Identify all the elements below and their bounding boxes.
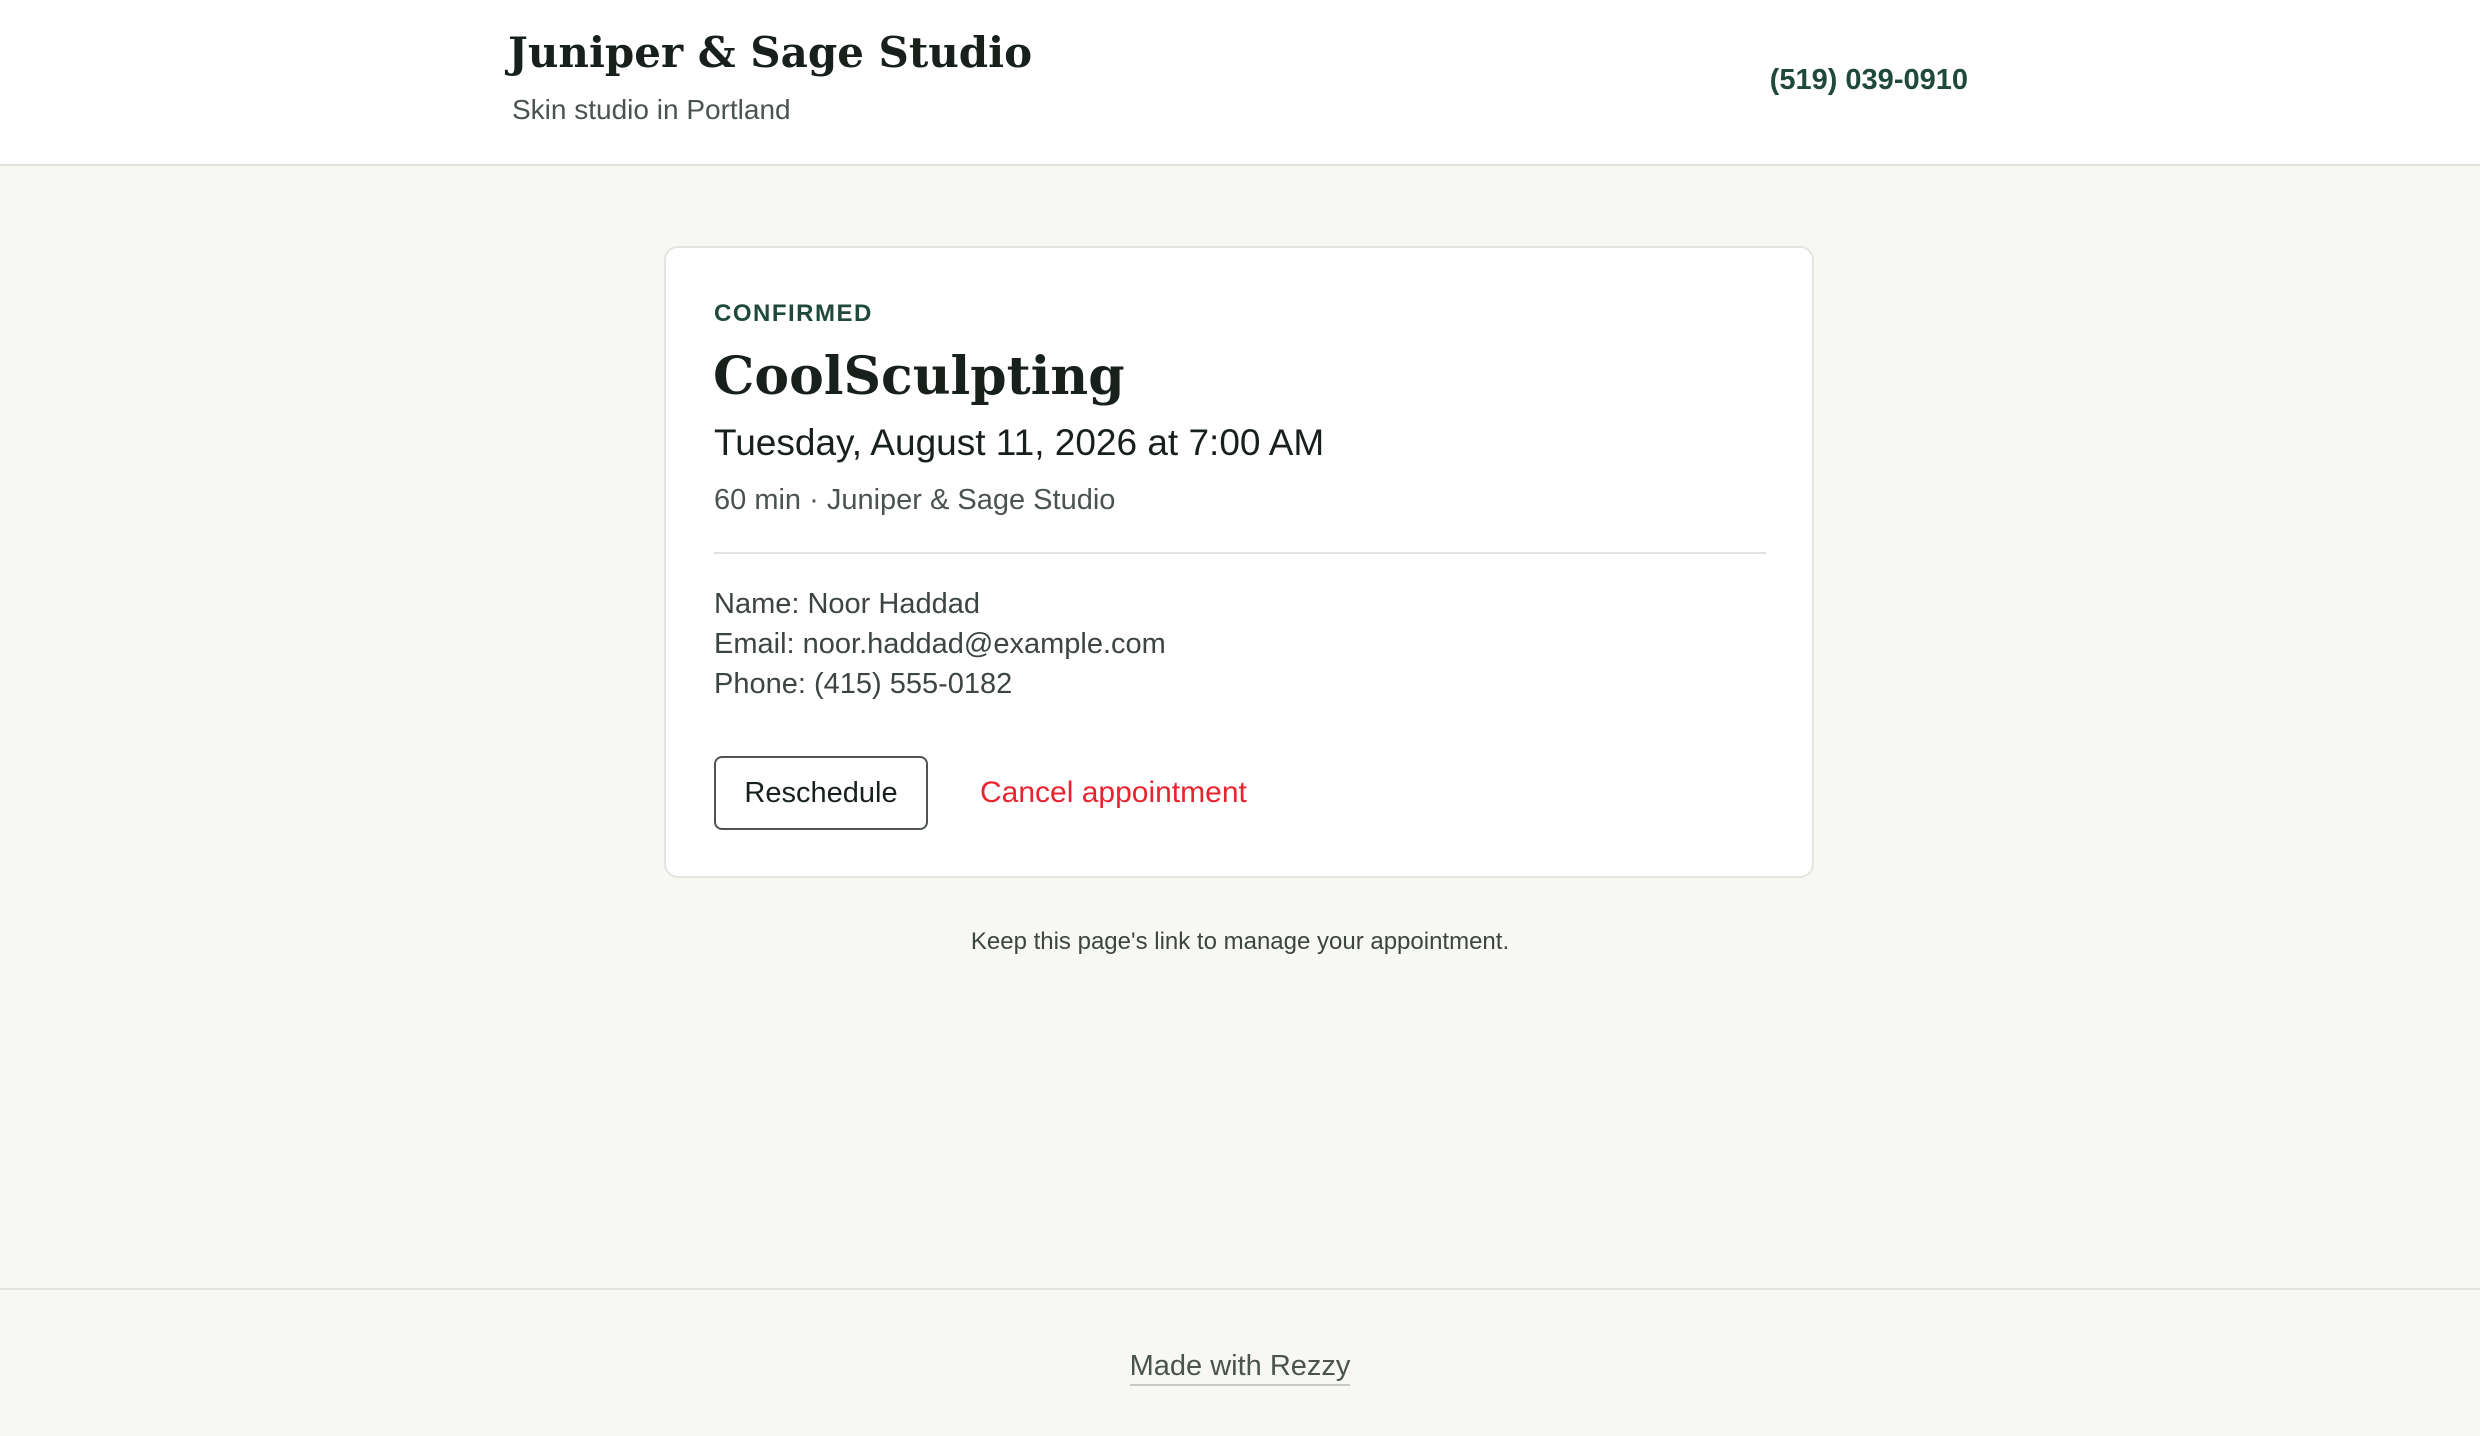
status-badge: CONFIRMED bbox=[714, 300, 873, 327]
client-name: Name: Noor Haddad bbox=[714, 588, 980, 620]
header-phone-link[interactable]: (519) 039-0910 bbox=[1770, 64, 1968, 97]
client-email: Email: noor.haddad@example.com bbox=[714, 628, 1166, 660]
appointment-datetime: Tuesday, August 11, 2026 at 7:00 AM bbox=[714, 422, 1325, 463]
divider bbox=[714, 552, 1766, 554]
service-title: CoolSculpting bbox=[713, 346, 1125, 407]
manage-link-note: Keep this page's link to manage your app… bbox=[970, 928, 1510, 955]
site-header: Juniper & Sage Studio Skin studio in Por… bbox=[0, 0, 2480, 166]
business-tagline: Skin studio in Portland bbox=[512, 94, 791, 125]
appointment-meta: 60 min · Juniper & Sage Studio bbox=[714, 484, 1116, 516]
business-name[interactable]: Juniper & Sage Studio bbox=[508, 28, 1032, 77]
cancel-appointment-button[interactable]: Cancel appointment bbox=[980, 756, 1247, 830]
appointment-card: CONFIRMED CoolSculpting Tuesday, August … bbox=[664, 246, 1814, 878]
client-phone: Phone: (415) 555-0182 bbox=[714, 668, 1013, 700]
footer-container: Made with Rezzy bbox=[0, 1350, 2480, 1386]
reschedule-button[interactable]: Reschedule bbox=[714, 756, 928, 830]
site-footer: Made with Rezzy bbox=[0, 1288, 2480, 1436]
made-with-rezzy-link[interactable]: Made with Rezzy bbox=[1129, 1350, 1351, 1386]
